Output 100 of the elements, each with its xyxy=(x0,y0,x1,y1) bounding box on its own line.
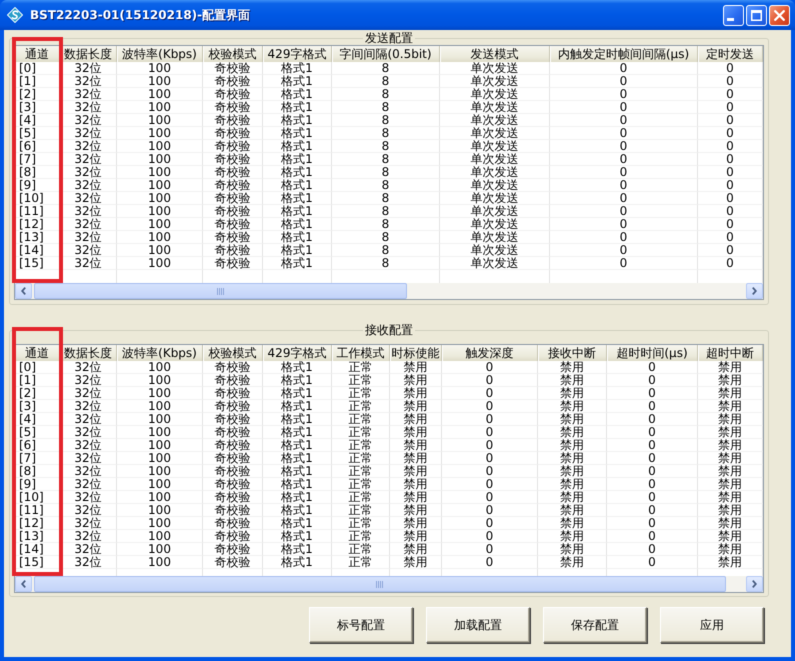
column-header[interactable]: 接收中断 xyxy=(538,345,607,361)
scroll-right-button[interactable] xyxy=(746,576,763,592)
table-cell: 0 xyxy=(698,127,763,140)
table-cell: 单次发送 xyxy=(440,218,550,231)
table-cell: 禁用 xyxy=(390,543,442,556)
load-config-button[interactable]: 加载配置 xyxy=(426,607,530,643)
table-cell: 32位 xyxy=(60,231,117,244)
table-cell: 0 xyxy=(607,374,698,387)
table-cell: 禁用 xyxy=(390,426,442,439)
table-cell: 单次发送 xyxy=(440,114,550,127)
table-cell: 100 xyxy=(117,75,203,88)
save-config-button[interactable]: 保存配置 xyxy=(543,607,647,643)
table-cell: 禁用 xyxy=(390,517,442,530)
apply-button[interactable]: 应用 xyxy=(660,607,764,643)
table-cell: 禁用 xyxy=(390,491,442,504)
column-header[interactable]: 波特率(Kbps) xyxy=(117,345,203,361)
table-cell: 100 xyxy=(117,88,203,101)
column-header[interactable]: 字间间隔(0.5bit) xyxy=(332,46,440,62)
table-cell: 8 xyxy=(332,244,440,257)
table-cell: [14] xyxy=(15,244,60,257)
table-cell: 奇校验 xyxy=(203,127,263,140)
table-cell: 32位 xyxy=(60,361,117,374)
column-header[interactable]: 校验模式 xyxy=(203,345,263,361)
table-cell: 100 xyxy=(117,543,203,556)
table-cell: 32位 xyxy=(60,244,117,257)
table-cell: 单次发送 xyxy=(440,166,550,179)
minimize-button[interactable] xyxy=(723,4,744,26)
table-cell: 禁用 xyxy=(538,504,607,517)
chevron-right-icon xyxy=(752,287,757,295)
table-cell: 0 xyxy=(607,504,698,517)
column-header[interactable]: 429字格式 xyxy=(263,345,332,361)
table-cell: 100 xyxy=(117,231,203,244)
column-header[interactable]: 超时时间(μs) xyxy=(607,345,698,361)
table-cell: 0 xyxy=(442,387,538,400)
table-cell: 奇校验 xyxy=(203,179,263,192)
table-cell: 0 xyxy=(698,166,763,179)
scrollbar-thumb[interactable] xyxy=(34,283,407,299)
table-cell: 正常 xyxy=(332,452,390,465)
table-cell: 0 xyxy=(442,504,538,517)
table-cell: 正常 xyxy=(332,413,390,426)
table-cell: 禁用 xyxy=(538,400,607,413)
table-cell: 格式1 xyxy=(263,101,332,114)
column-header[interactable]: 内触发定时帧间间隔(μs) xyxy=(550,46,698,62)
column-header[interactable]: 发送模式 xyxy=(440,46,550,62)
table-cell: 0 xyxy=(607,556,698,569)
table-cell: 0 xyxy=(442,530,538,543)
table-cell: 单次发送 xyxy=(440,75,550,88)
scroll-right-button[interactable] xyxy=(746,283,763,299)
table-cell: 单次发送 xyxy=(440,101,550,114)
column-header[interactable]: 数据长度 xyxy=(60,345,117,361)
table-cell: 100 xyxy=(117,114,203,127)
table-cell: [3] xyxy=(15,400,60,413)
table-cell: 32位 xyxy=(60,504,117,517)
table-cell: 奇校验 xyxy=(203,62,263,75)
table-cell: 奇校验 xyxy=(203,361,263,374)
table-cell: 禁用 xyxy=(390,504,442,517)
column-header[interactable]: 工作模式 xyxy=(332,345,390,361)
table-cell: 禁用 xyxy=(698,504,763,517)
table-cell: 正常 xyxy=(332,374,390,387)
table-cell: 8 xyxy=(332,75,440,88)
table-cell: 奇校验 xyxy=(203,231,263,244)
table-cell: 格式1 xyxy=(263,452,332,465)
tag-config-button[interactable]: 标号配置 xyxy=(309,607,413,643)
table-cell: [12] xyxy=(15,517,60,530)
table-cell: 32位 xyxy=(60,218,117,231)
table-cell: 0 xyxy=(550,257,698,270)
table-cell: [0] xyxy=(15,361,60,374)
column-header[interactable]: 时标使能 xyxy=(390,345,442,361)
table-cell: 0 xyxy=(550,231,698,244)
table-cell: 100 xyxy=(117,556,203,569)
maximize-button[interactable] xyxy=(746,4,767,26)
table-cell: 奇校验 xyxy=(203,387,263,400)
scroll-left-button[interactable] xyxy=(15,576,32,592)
chevron-left-icon xyxy=(21,580,26,588)
column-header[interactable]: 通道 xyxy=(15,345,60,361)
column-header[interactable]: 触发深度 xyxy=(442,345,538,361)
table-cell: 100 xyxy=(117,140,203,153)
table-cell: 奇校验 xyxy=(203,556,263,569)
table-cell: 奇校验 xyxy=(203,153,263,166)
section-title: 发送配置 xyxy=(364,31,414,45)
scroll-left-button[interactable] xyxy=(15,283,32,299)
table-cell: [11] xyxy=(15,205,60,218)
table-cell: 100 xyxy=(117,166,203,179)
table-cell: [15] xyxy=(15,257,60,270)
table-cell: 0 xyxy=(607,426,698,439)
column-header[interactable]: 校验模式 xyxy=(203,46,263,62)
column-header[interactable]: 通道 xyxy=(15,46,60,62)
table-cell: 奇校验 xyxy=(203,478,263,491)
table-cell: 正常 xyxy=(332,543,390,556)
column-header[interactable]: 波特率(Kbps) xyxy=(117,46,203,62)
close-button[interactable] xyxy=(769,4,790,26)
table-cell: 32位 xyxy=(60,114,117,127)
table-cell: 0 xyxy=(698,205,763,218)
column-header[interactable]: 429字格式 xyxy=(263,46,332,62)
column-header[interactable]: 超时中断 xyxy=(698,345,763,361)
table-cell: 0 xyxy=(442,400,538,413)
column-header[interactable]: 数据长度 xyxy=(60,46,117,62)
column-header[interactable]: 定时发送 xyxy=(698,46,763,62)
section-title: 接收配置 xyxy=(364,323,414,337)
table-cell: [4] xyxy=(15,114,60,127)
